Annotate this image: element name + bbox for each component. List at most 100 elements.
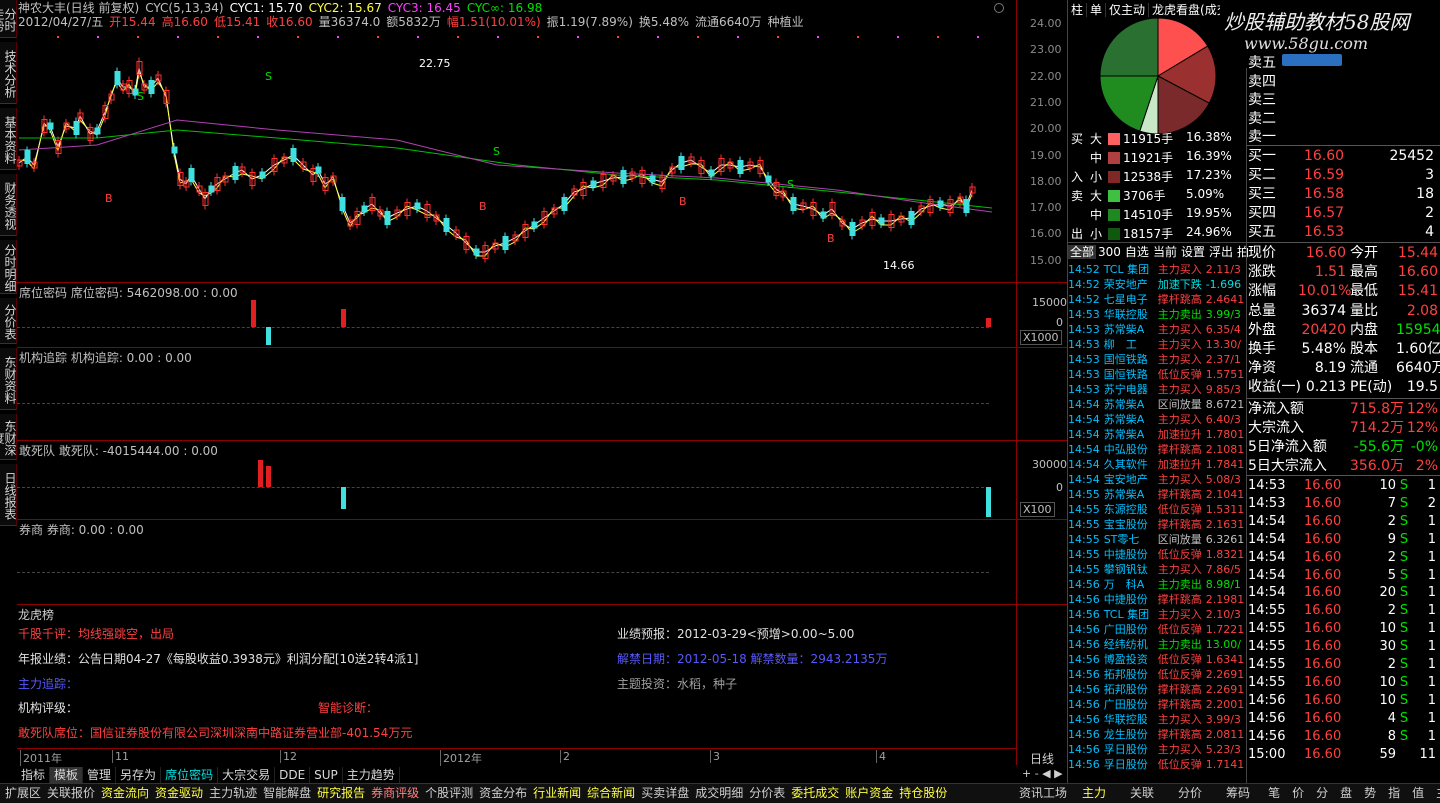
list-tab-5[interactable]: 浮出 xyxy=(1207,245,1235,259)
theme[interactable]: 主题投资：水稻，种子 xyxy=(617,675,737,692)
left-tab-5[interactable]: 分价表 xyxy=(0,298,17,344)
buy-row[interactable]: 买三 16.58 18 xyxy=(1248,185,1440,203)
buy-row[interactable]: 买四 16.57 2 xyxy=(1248,204,1440,222)
period-label[interactable]: 日线 xyxy=(1030,750,1054,767)
footer-tab-6[interactable]: 研究报告 xyxy=(314,784,368,802)
alert-row[interactable]: 14:55 东源控股 低位反弹 1.5311 xyxy=(1068,502,1246,517)
footer-tab-15[interactable]: 委托成交 xyxy=(788,784,842,802)
footer-tab-13[interactable]: 成交明细 xyxy=(692,784,746,802)
list-tab-3[interactable]: 当前 xyxy=(1151,245,1179,259)
footer-tab-9[interactable]: 资金分布 xyxy=(476,784,530,802)
indicator-tab-0[interactable]: 指标 xyxy=(17,767,51,783)
right-footer-tab-3[interactable]: 筹码 xyxy=(1214,784,1262,802)
right-footer-tab-9[interactable]: 指 xyxy=(1382,784,1406,802)
footer-tab-11[interactable]: 综合新闻 xyxy=(584,784,638,802)
left-tab-6[interactable]: 东财资料 xyxy=(0,348,17,410)
indicator-tab-1[interactable]: 模板 xyxy=(50,767,84,783)
alert-row[interactable]: 14:54 中弘股份 撑杆跳高 2.1081 xyxy=(1068,442,1246,457)
alert-row[interactable]: 14:52 荣安地产 加速下跌 -1.696 xyxy=(1068,277,1246,292)
footer-tab-17[interactable]: 持仓股份 xyxy=(896,784,950,802)
footer-tab-7[interactable]: 券商评级 xyxy=(368,784,422,802)
footer-tab-1[interactable]: 关联报价 xyxy=(44,784,98,802)
alert-row[interactable]: 14:56 孚日股份 主力买入 5.23/3 xyxy=(1068,742,1246,757)
alert-row[interactable]: 14:54 宝安地产 主力买入 5.08/3 xyxy=(1068,472,1246,487)
inst-rating[interactable]: 机构评级： xyxy=(18,699,78,716)
flow-tab-0[interactable]: 柱 xyxy=(1068,3,1088,17)
unlock[interactable]: 解禁日期：2012-05-18 解禁数量：2943.2135万 xyxy=(617,650,887,667)
right-footer-tab-0[interactable]: 主力 xyxy=(1070,784,1118,802)
alert-row[interactable]: 14:56 TCL 集团 主力买入 2.10/3 xyxy=(1068,607,1246,622)
list-tab-1[interactable]: 300 xyxy=(1096,245,1123,259)
footer-tab-3[interactable]: 资金驱动 xyxy=(152,784,206,802)
right-footer-tab-11[interactable]: 主 xyxy=(1430,784,1440,802)
alert-row[interactable]: 14:56 广田股份 低位反弹 1.7221 xyxy=(1068,622,1246,637)
footer-tab-4[interactable]: 主力轨迹 xyxy=(206,784,260,802)
right-footer-tab-2[interactable]: 分价 xyxy=(1166,784,1214,802)
list-tab-4[interactable]: 设置 xyxy=(1179,245,1207,259)
right-footer-tab-7[interactable]: 盘 xyxy=(1334,784,1358,802)
right-footer-tab-6[interactable]: 分 xyxy=(1310,784,1334,802)
footer-tab-2[interactable]: 资金流向 xyxy=(98,784,152,802)
footer-tab-5[interactable]: 智能解盘 xyxy=(260,784,314,802)
alert-row[interactable]: 14:55 宝宝股份 撑杆跳高 2.1631 xyxy=(1068,517,1246,532)
buy-row[interactable]: 买五 16.53 4 xyxy=(1248,223,1440,241)
footer-tab-12[interactable]: 买卖详盘 xyxy=(638,784,692,802)
footer-tab-16[interactable]: 账户资金 xyxy=(842,784,896,802)
kline-chart[interactable]: 22.75 14.66 B S S B S B S B xyxy=(17,30,1067,282)
alert-row[interactable]: 14:54 苏常柴A 加速拉升 1.7801 xyxy=(1068,427,1246,442)
indicator-tab-6[interactable]: DDE xyxy=(275,767,311,783)
alert-row[interactable]: 14:55 中捷股份 低位反弹 1.8321 xyxy=(1068,547,1246,562)
left-tab-8[interactable]: 日线报表 xyxy=(0,464,17,526)
alert-row[interactable]: 14:56 万 科A 主力卖出 8.98/1 xyxy=(1068,577,1246,592)
left-tab-7[interactable]: 东财深度 xyxy=(0,414,17,460)
buy-row[interactable]: 买二 16.59 3 xyxy=(1248,166,1440,184)
buy-row[interactable]: 买一 16.60 25452 xyxy=(1248,147,1440,165)
right-footer-tab-8[interactable]: 势 xyxy=(1358,784,1382,802)
flow-tab-2[interactable]: 仅主动 xyxy=(1106,3,1150,17)
right-footer-tab-1[interactable]: 关联 xyxy=(1118,784,1166,802)
alert-row[interactable]: 14:56 拓邦股份 低位反弹 2.2691 xyxy=(1068,667,1246,682)
dare-seat[interactable]: 敢死队席位：国信证券股份有限公司深圳深南中路证券营业部-401.54万元 xyxy=(18,724,412,741)
alert-row[interactable]: 14:56 龙生股份 撑杆跳高 2.0811 xyxy=(1068,727,1246,742)
alert-row[interactable]: 14:54 苏常柴A 区间放量 8.6721 xyxy=(1068,397,1246,412)
alert-row[interactable]: 14:52 TCL 集团 主力买入 2.11/3 xyxy=(1068,262,1246,277)
alert-row[interactable]: 14:53 国恒铁路 低位反弹 1.5751 xyxy=(1068,367,1246,382)
alert-row[interactable]: 14:55 ST零七 区间放量 6.3261 xyxy=(1068,532,1246,547)
forecast[interactable]: 业绩预报：2012-03-29<预增>0.00~5.00 xyxy=(617,625,854,642)
alert-row[interactable]: 14:53 柳 工 主力买入 13.30/ xyxy=(1068,337,1246,352)
indicator-tab-5[interactable]: 大宗交易 xyxy=(218,767,276,783)
smart-diag[interactable]: 智能诊断： xyxy=(318,699,378,716)
right-footer-tab-10[interactable]: 值 xyxy=(1406,784,1430,802)
alert-row[interactable]: 14:53 苏常柴A 主力买入 6.35/4 xyxy=(1068,322,1246,337)
alert-row[interactable]: 14:56 华联控股 主力买入 3.99/3 xyxy=(1068,712,1246,727)
alert-row[interactable]: 14:55 攀钢钒钛 主力买入 7.86/5 xyxy=(1068,562,1246,577)
alert-row[interactable]: 14:54 久其软件 加速拉升 1.7841 xyxy=(1068,457,1246,472)
alert-row[interactable]: 14:56 广田股份 撑杆跳高 2.2001 xyxy=(1068,697,1246,712)
annual-report[interactable]: 年报业绩：公告日期04-27《每股收益0.3938元》利润分配[10送2转4派1… xyxy=(18,650,418,667)
footer-tab-10[interactable]: 行业新闻 xyxy=(530,784,584,802)
right-footer-tab-4[interactable]: 笔 xyxy=(1262,784,1286,802)
indicator-tab-4[interactable]: 席位密码 xyxy=(161,767,219,783)
indicator-tab-3[interactable]: 另存为 xyxy=(116,767,162,783)
left-tab-1[interactable]: 技术分析 xyxy=(0,42,17,104)
indicator-tab-2[interactable]: 管理 xyxy=(83,767,117,783)
left-tab-4[interactable]: 分时明细 xyxy=(0,240,17,294)
left-tab-3[interactable]: 财务透视 xyxy=(0,174,17,236)
alert-row[interactable]: 14:53 国恒铁路 主力买入 2.37/1 xyxy=(1068,352,1246,367)
footer-tab-0[interactable]: 扩展区 xyxy=(2,784,44,802)
alert-row[interactable]: 14:53 苏宁电器 主力买入 9.85/3 xyxy=(1068,382,1246,397)
footer-tab-8[interactable]: 个股评测 xyxy=(422,784,476,802)
alert-row[interactable]: 14:56 经纬纺机 主力卖出 13.00/ xyxy=(1068,637,1246,652)
settings-icon[interactable] xyxy=(994,3,1004,13)
alert-row[interactable]: 14:52 七星电子 撑杆跳高 2.4641 xyxy=(1068,292,1246,307)
right-footer-tab-5[interactable]: 价 xyxy=(1286,784,1310,802)
left-tab-0[interactable]: 分时走势 xyxy=(0,0,17,38)
indicator-tab-8[interactable]: 主力趋势 xyxy=(343,767,400,783)
indicator-tab-7[interactable]: SUP xyxy=(310,767,343,783)
comment[interactable]: 千股千评：均线强跳空，出局 xyxy=(18,625,174,642)
left-tab-2[interactable]: 基本资料 xyxy=(0,108,17,170)
footer-tab-18[interactable]: 资讯工场 xyxy=(1016,784,1070,802)
alert-row[interactable]: 14:56 拓邦股份 撑杆跳高 2.2691 xyxy=(1068,682,1246,697)
alert-row[interactable]: 14:53 华联控股 主力卖出 3.99/3 xyxy=(1068,307,1246,322)
main-force[interactable]: 主力追踪： xyxy=(18,675,78,692)
